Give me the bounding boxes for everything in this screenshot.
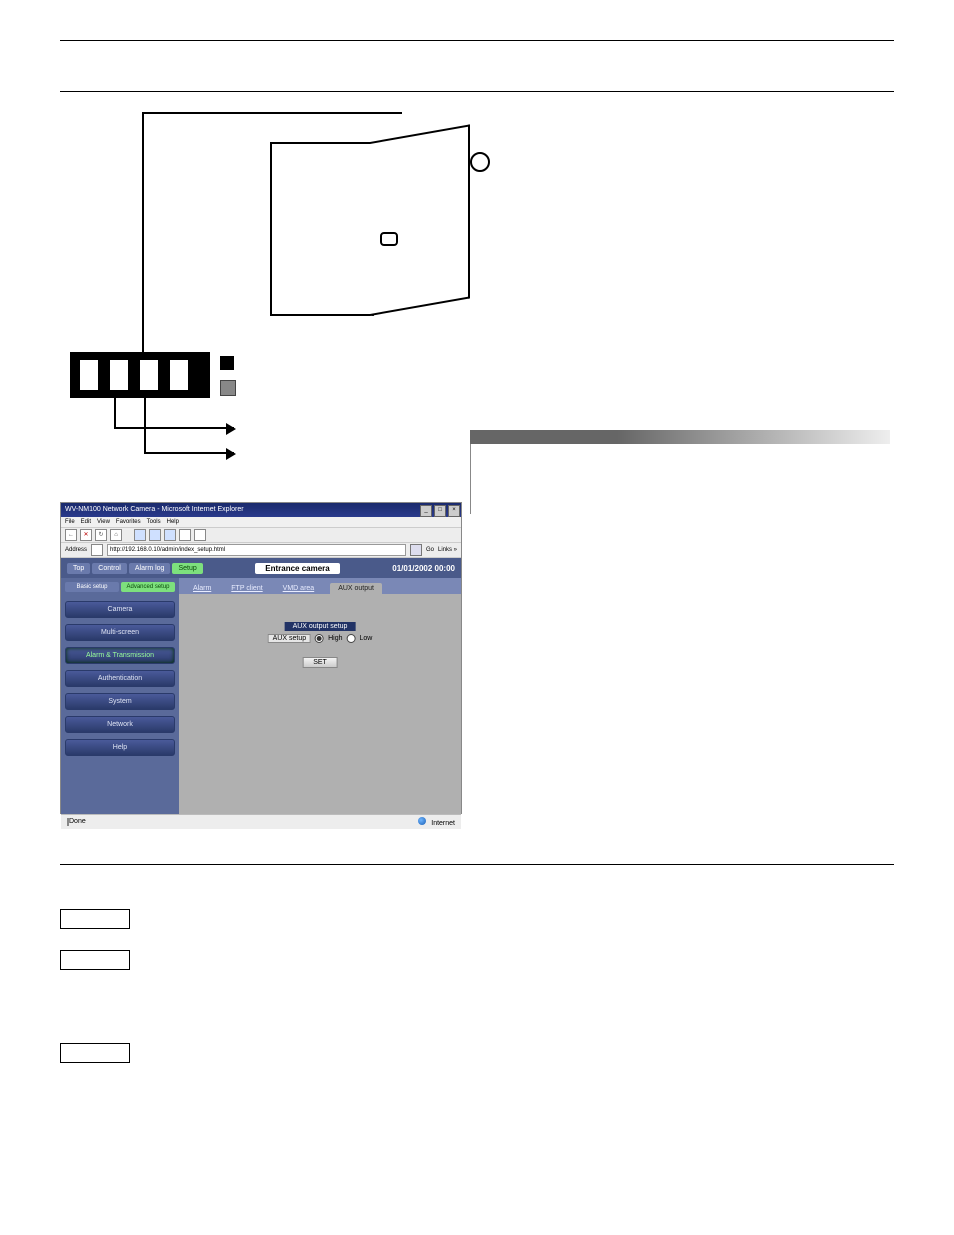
arrow-out-1 [114,427,234,429]
browser-screenshot: WV-NM100 Network Camera - Microsoft Inte… [60,502,462,814]
toptab-alarmlog[interactable]: Alarm log [129,563,171,574]
history-icon[interactable] [164,529,176,541]
terminal-1 [78,358,100,392]
menu-tools[interactable]: Tools [147,517,161,527]
tab-vmd-area[interactable]: VMD area [279,583,319,594]
menu-view[interactable]: View [97,517,110,527]
address-bar: Address http://192.168.0.10/admin/index_… [61,543,461,558]
aux-high-label: High [328,635,342,642]
tab-ftp-client[interactable]: FTP client [227,583,266,594]
address-input[interactable]: http://192.168.0.10/admin/index_setup.ht… [107,544,406,556]
window-titlebar: WV-NM100 Network Camera - Microsoft Inte… [61,503,461,517]
aux-output-panel: AUX output setup AUX setup High Low SET [179,594,461,814]
menubar: File Edit View Favorites Tools Help [61,517,461,527]
sidetab-advanced[interactable]: Advanced setup [121,582,175,592]
back-icon[interactable] [65,529,77,541]
browser-status-bar: Done Internet [61,814,461,829]
window-close-button[interactable]: × [448,505,460,517]
sidebar-alarm-transmission[interactable]: Alarm & Transmission [65,647,175,664]
note-heading-gradient [470,430,890,444]
menu-edit[interactable]: Edit [81,517,91,527]
links-label[interactable]: Links » [438,547,457,553]
arrow-out-2 [144,452,234,454]
menu-file[interactable]: File [65,517,75,527]
sidebar-camera[interactable]: Camera [65,601,175,618]
terminal-3 [138,358,160,392]
toptab-control[interactable]: Control [92,563,127,574]
main-tabs: Alarm FTP client VMD area AUX output [179,578,461,594]
wire-vertical [142,112,144,362]
legend-square-grey [220,380,236,396]
terminal-block [70,352,210,398]
terminal-4 [168,358,190,392]
stop-icon[interactable] [80,529,92,541]
status-left-text: Done [69,818,86,825]
tab-aux-output[interactable]: AUX output [330,583,382,594]
door-drawing [270,142,470,332]
step-box-2 [60,950,130,970]
menu-help[interactable]: Help [167,517,179,527]
menu-favorites[interactable]: Favorites [116,517,141,527]
wire-down-2 [144,398,146,452]
step-box-3 [60,1043,130,1063]
door-frame [270,142,374,316]
set-button[interactable]: SET [302,657,338,668]
address-label: Address [65,547,87,553]
window-title: WV-NM100 Network Camera - Microsoft Inte… [65,503,244,517]
sidebar: Basic setup Advanced setup Camera Multi-… [61,578,179,814]
door-leaf [370,124,470,316]
door-handle [380,232,398,246]
page-icon [91,544,103,556]
door-sensor-icon [470,152,490,172]
wiring-illustration [60,112,560,472]
mail-icon[interactable] [179,529,191,541]
go-button[interactable] [410,544,422,556]
panel-heading: AUX output setup [285,622,356,631]
aux-low-label: Low [360,635,373,642]
go-label: Go [426,547,434,553]
wire-horizontal [142,112,402,114]
sidetab-basic[interactable]: Basic setup [65,582,119,592]
toptab-setup[interactable]: Setup [172,563,202,574]
status-right-text: Internet [431,820,455,827]
note-box [470,444,891,514]
aux-radio-high[interactable] [315,634,324,643]
sidebar-help[interactable]: Help [65,739,175,756]
favorites-icon[interactable] [149,529,161,541]
search-icon[interactable] [134,529,146,541]
window-max-button[interactable]: □ [434,505,446,517]
sidebar-multiscreen[interactable]: Multi-screen [65,624,175,641]
refresh-icon[interactable] [95,529,107,541]
camera-datetime: 01/01/2002 00:00 [392,564,455,573]
section-rule-1 [60,91,894,92]
terminal-2 [108,358,130,392]
aux-radio-low[interactable] [347,634,356,643]
browser-toolbar [61,527,461,543]
home-icon[interactable] [110,529,122,541]
legend-square-black [220,356,234,370]
sidebar-network[interactable]: Network [65,716,175,733]
toptab-top[interactable]: Top [67,563,90,574]
camera-title: Entrance camera [255,563,339,574]
wire-down-1 [114,398,116,427]
tab-alarm[interactable]: Alarm [189,583,215,594]
window-min-button[interactable]: _ [420,505,432,517]
step-box-1 [60,909,130,929]
aux-setup-label: AUX setup [268,634,311,643]
globe-icon [418,817,426,825]
app-topbar: Top Control Alarm log Setup Entrance cam… [61,558,461,578]
sidebar-authentication[interactable]: Authentication [65,670,175,687]
sidebar-system[interactable]: System [65,693,175,710]
print-icon[interactable] [194,529,206,541]
app-body: Basic setup Advanced setup Camera Multi-… [61,578,461,814]
